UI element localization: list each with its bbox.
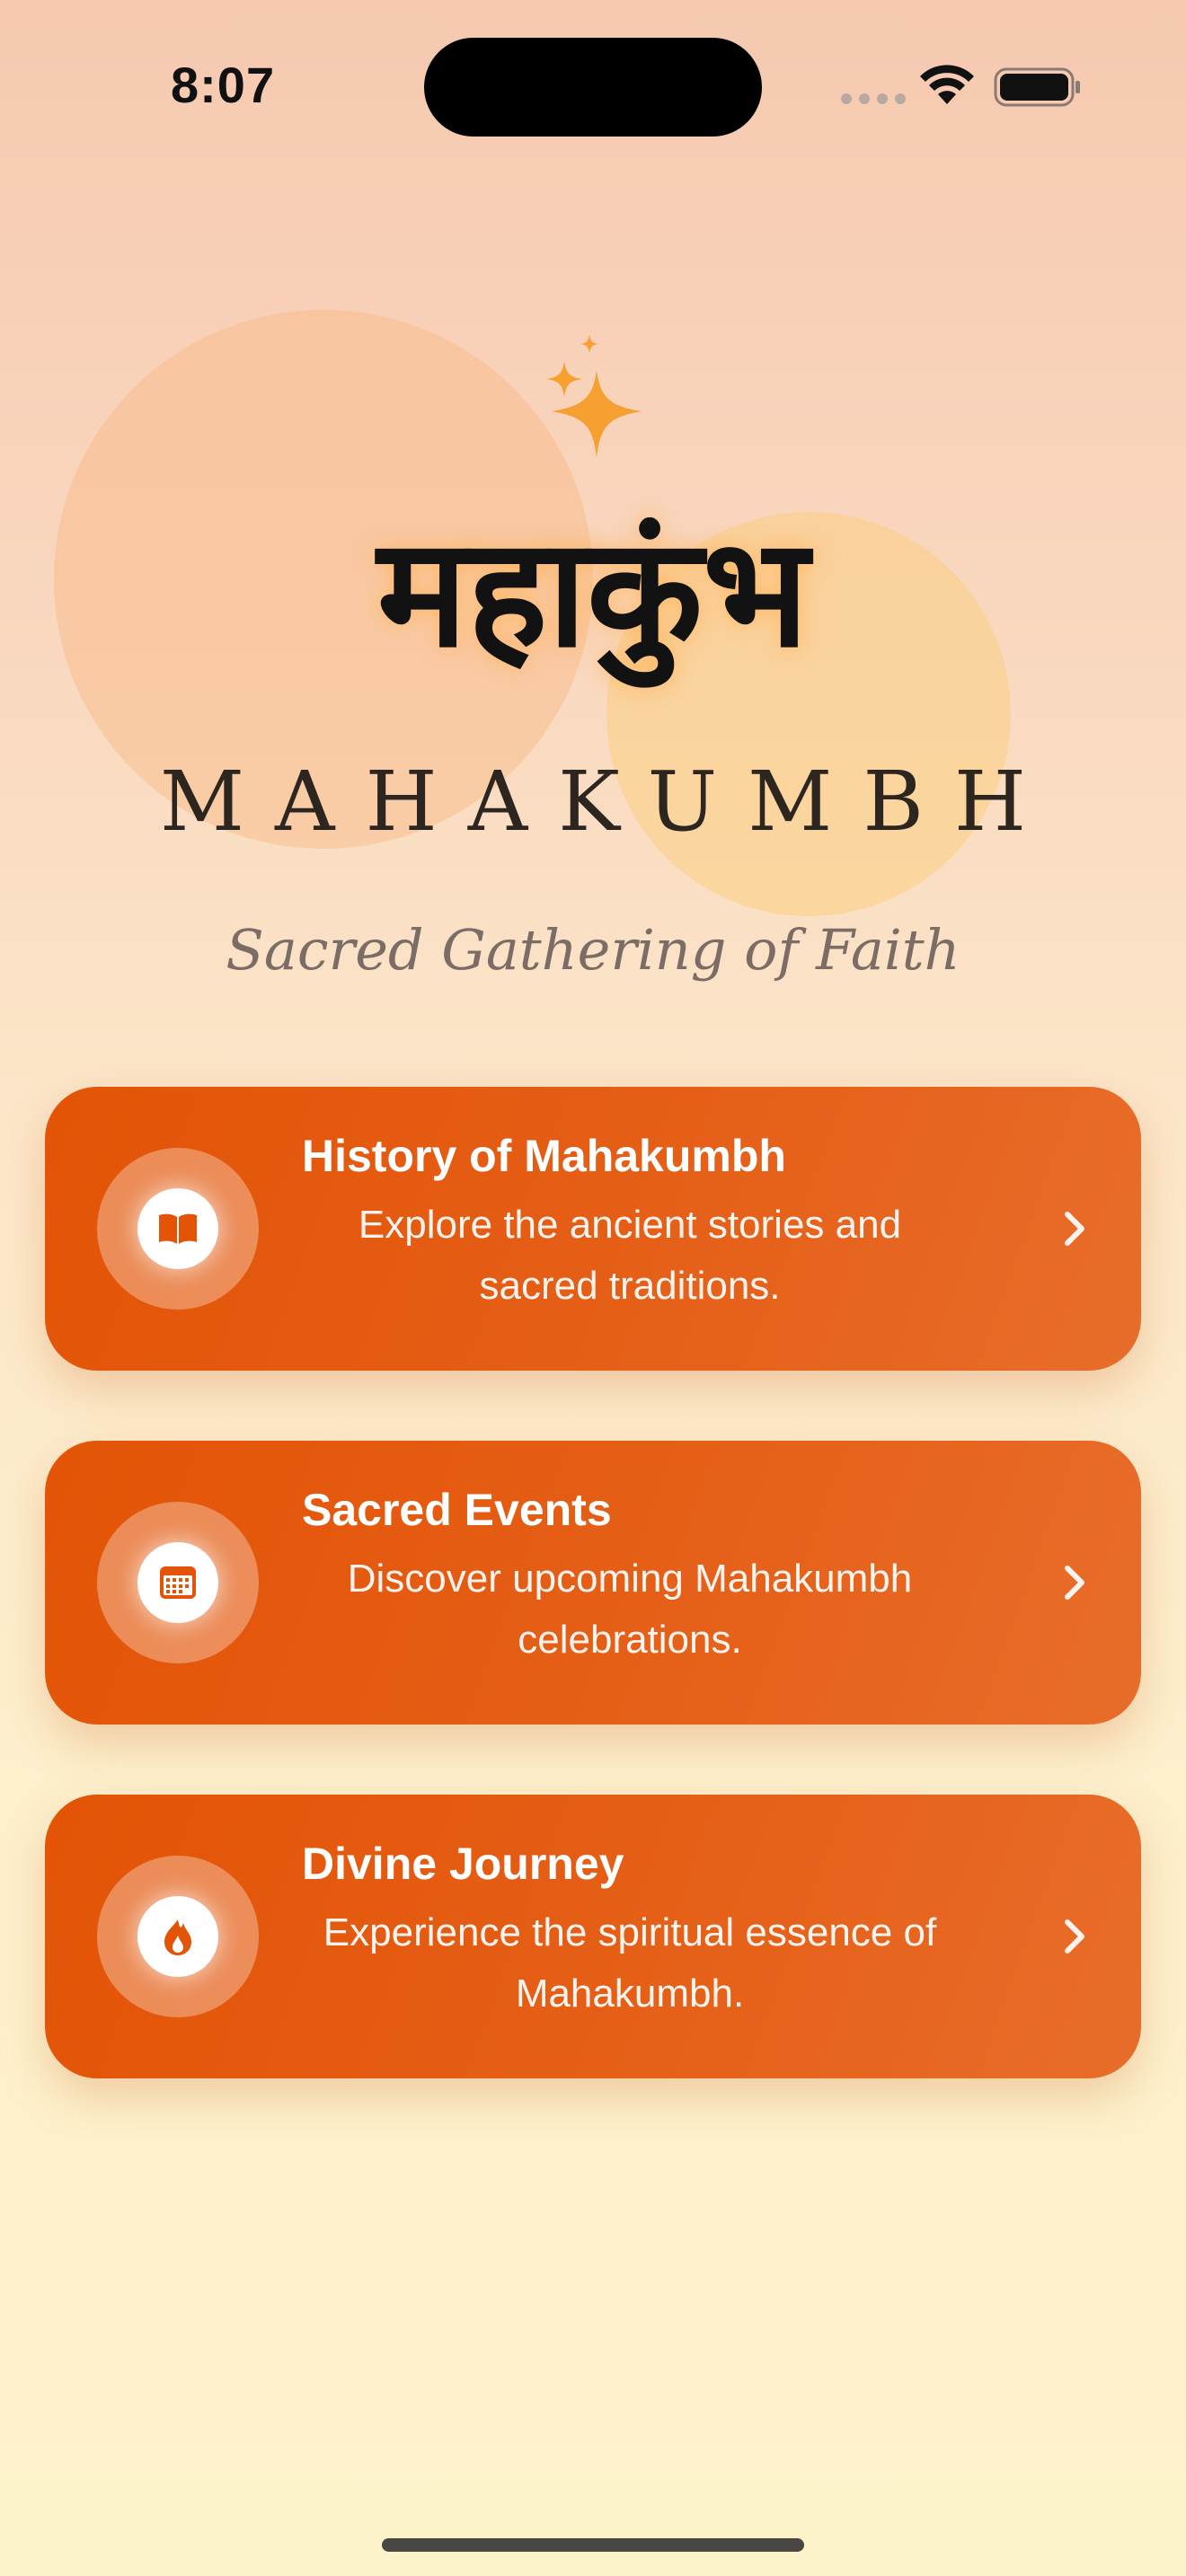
wifi-icon xyxy=(920,65,974,104)
card-description: Experience the spiritual essence of Maha… xyxy=(323,1910,937,2016)
hindi-title: महाकुंभ xyxy=(376,505,810,681)
status-time: 8:07 xyxy=(171,57,276,113)
book-icon xyxy=(159,1213,197,1244)
card-description: Discover upcoming Mahakumbh celebrations… xyxy=(347,1557,913,1662)
chevron-right-icon xyxy=(1065,1212,1084,1246)
chevron-right-icon xyxy=(1065,1566,1084,1600)
status-indicators xyxy=(836,65,1087,110)
dynamic-island xyxy=(424,38,762,137)
card-icon-badge xyxy=(97,1856,259,2017)
card-history[interactable]: History of Mahakumbh Explore the ancient… xyxy=(45,1087,1141,1371)
card-title: History of Mahakumbh xyxy=(302,1131,786,1181)
chevron-right-icon xyxy=(1065,1919,1084,1954)
english-title: MAHAKUMBH xyxy=(159,754,1058,850)
card-divine-journey[interactable]: Divine Journey Experience the spiritual … xyxy=(45,1795,1141,2078)
cellular-signal-icon xyxy=(841,93,906,104)
sparkles-icon xyxy=(546,334,642,458)
card-icon-badge xyxy=(97,1502,259,1663)
battery-icon xyxy=(994,67,1080,107)
home-indicator[interactable] xyxy=(382,2538,804,2552)
card-icon-badge xyxy=(97,1148,259,1310)
flame-icon xyxy=(164,1919,191,1955)
card-description: Explore the ancient stories and sacred t… xyxy=(358,1203,902,1308)
card-sacred-events[interactable]: Sacred Events Discover upcoming Mahakumb… xyxy=(45,1441,1141,1725)
card-title: Divine Journey xyxy=(302,1839,624,1889)
calendar-icon xyxy=(160,1566,196,1599)
status-bar: 8:07 xyxy=(0,0,1186,171)
card-title: Sacred Events xyxy=(302,1485,612,1535)
tagline: Sacred Gathering of Faith xyxy=(226,917,960,983)
